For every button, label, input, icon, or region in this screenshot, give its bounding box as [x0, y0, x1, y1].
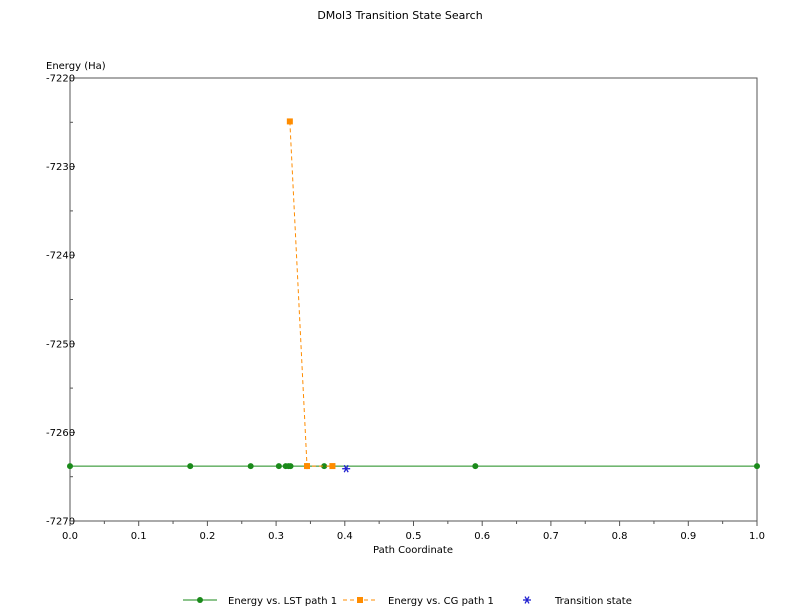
x-tick-label: 0.3: [268, 531, 284, 542]
x-tick-label: 0.4: [337, 531, 353, 542]
chart: DMol3 Transition State Search Energy (Ha…: [46, 9, 765, 607]
x-tick-label: 1.0: [749, 531, 765, 542]
y-tick-label: -7220: [46, 74, 75, 85]
x-tick-label: 0.0: [62, 531, 78, 542]
data-point: [286, 118, 293, 125]
x-tick-label: 0.6: [474, 531, 490, 542]
data-point: [67, 463, 73, 470]
plot-area: [69, 77, 758, 522]
x-tick-label: 0.2: [199, 531, 215, 542]
data-point: [754, 463, 760, 470]
data-point: [304, 463, 311, 470]
legend-label: Transition state: [554, 596, 632, 607]
legend-label: Energy vs. LST path 1: [228, 596, 337, 607]
x-axis: 0.0 0.1 0.2 0.3 0.4 0.5 0.6 0.7 0.8 0.9 1.0: [62, 521, 765, 542]
legend-marker: [357, 597, 363, 603]
x-tick-label: 0.1: [131, 531, 147, 542]
y-tick-label: -7230: [46, 162, 75, 173]
legend: Energy vs. LST path 1 Energy vs. CG path …: [183, 596, 632, 607]
x-tick-label: 0.9: [680, 531, 696, 542]
legend-label: Energy vs. CG path 1: [388, 596, 494, 607]
series-1: [67, 463, 760, 470]
series-2: [286, 118, 336, 470]
x-tick-label: 0.7: [543, 531, 559, 542]
data-point: [275, 463, 282, 470]
data-point: [472, 463, 479, 470]
y-tick-label: -7270: [46, 517, 75, 528]
y-axis: -7270 -7260 -7250 -7240 -7230 -7220: [46, 74, 75, 528]
x-tick-label: 0.8: [612, 531, 628, 542]
data-point: [187, 463, 194, 470]
data-point: [247, 463, 254, 470]
y-tick-label: -7250: [46, 339, 75, 350]
chart-title: DMol3 Transition State Search: [317, 9, 482, 22]
series-line: [289, 121, 333, 467]
legend-item: Transition state: [523, 596, 632, 607]
legend-marker: [197, 597, 203, 603]
x-axis-label: Path Coordinate: [373, 545, 453, 556]
x-tick-label: 0.5: [406, 531, 422, 542]
legend-item: Energy vs. CG path 1: [343, 596, 494, 607]
data-point: [329, 463, 336, 470]
y-tick-label: -7240: [46, 251, 75, 262]
legend-item: Energy vs. LST path 1: [183, 596, 337, 607]
y-axis-label: Energy (Ha): [46, 61, 106, 72]
y-tick-label: -7260: [46, 428, 75, 439]
legend-marker: [523, 596, 531, 604]
series-layer: [67, 118, 760, 473]
data-point: [287, 463, 294, 470]
